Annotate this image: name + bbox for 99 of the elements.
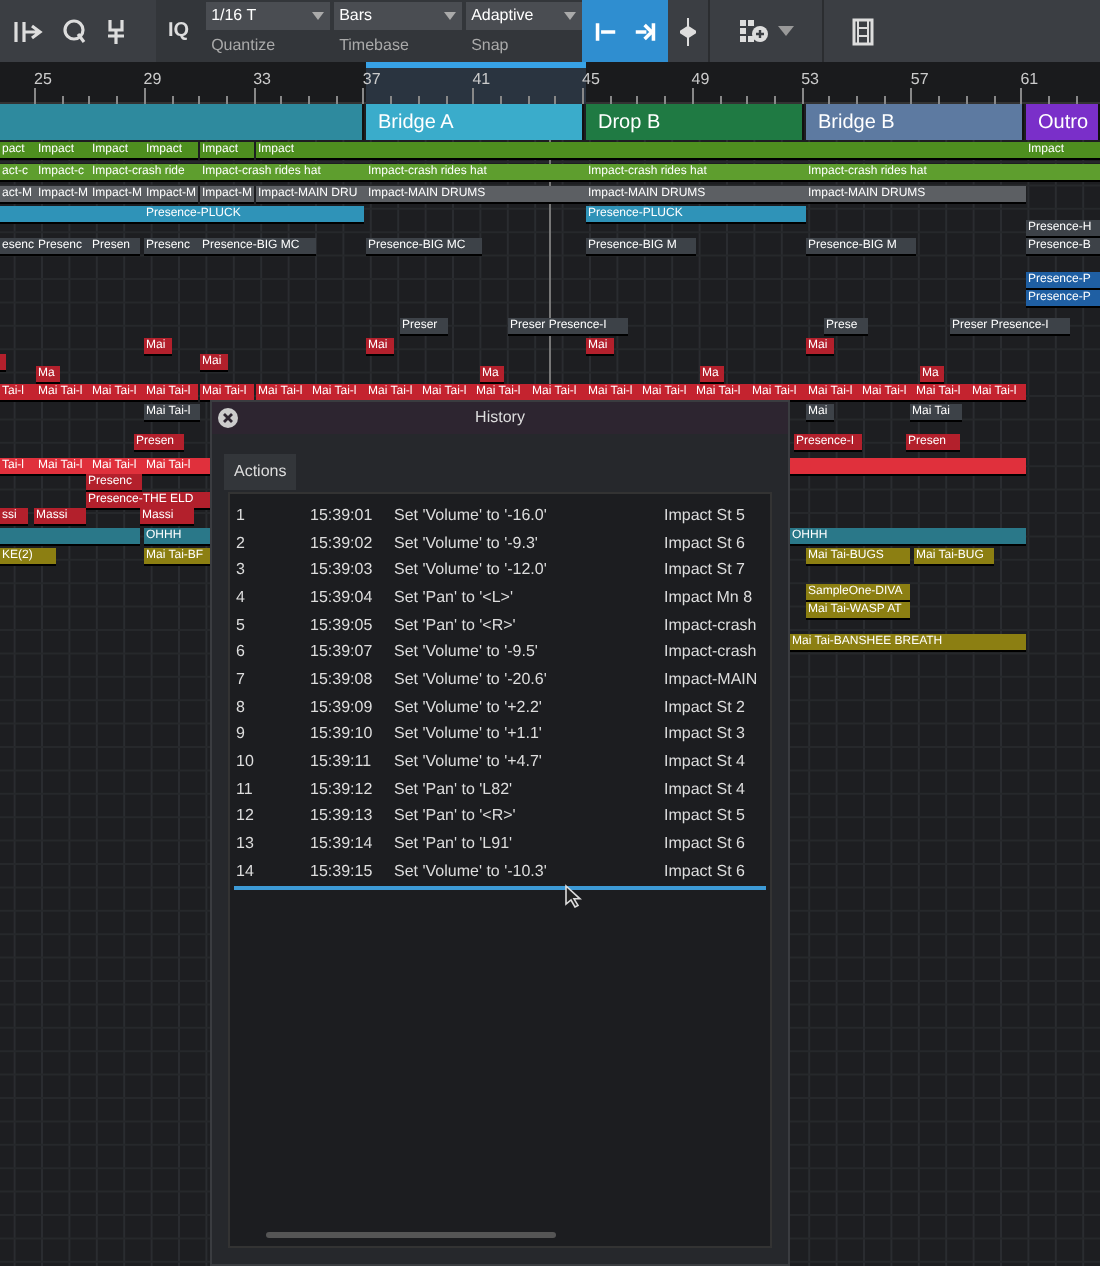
time-cell-text: 15:39:13: [310, 804, 375, 829]
clip-bar[interactable]: [0, 528, 140, 546]
clip-bar[interactable]: [790, 458, 1026, 476]
film-icon[interactable]: [851, 17, 874, 45]
time-cell-text: 15:39:12: [310, 777, 375, 802]
bar-number: 33: [253, 68, 271, 92]
dropdown[interactable]: Adaptive: [465, 2, 582, 30]
track-cell-text: Impact St 5: [664, 503, 747, 528]
clip-bar[interactable]: [0, 354, 6, 372]
action-cell-text: Set 'Volume' to '-9.5': [394, 640, 540, 665]
action-cell-text: Set 'Volume' to '+2.2': [394, 695, 544, 720]
bar-number: 25: [34, 68, 52, 92]
time-cell-text: 15:39:14: [310, 832, 375, 857]
arranger-section[interactable]: Bridge B: [806, 104, 1024, 140]
bar-number: 45: [582, 68, 600, 92]
row-number: 12: [236, 804, 256, 829]
time-cell-text: 15:39:09: [310, 695, 375, 720]
caret-icon[interactable]: [777, 26, 794, 36]
split-icon[interactable]: [12, 17, 44, 45]
bar-number: 29: [143, 68, 162, 92]
time-cell-text: 15:39:03: [310, 558, 375, 583]
clip-bar[interactable]: [1026, 164, 1100, 182]
bar-number: 57: [910, 68, 929, 92]
track-cell-text: Impact St 3: [664, 722, 747, 747]
track-cell-text: Impact-crash: [664, 640, 759, 665]
time-cell-text: 15:39:01: [310, 503, 375, 528]
arranger-section[interactable]: Drop B: [586, 104, 804, 140]
loop-range[interactable]: [366, 62, 586, 104]
dropdown[interactable]: 1/16 T: [205, 2, 330, 30]
time-cell-text: 15:39:08: [310, 667, 375, 692]
row-number: 5: [236, 613, 247, 638]
snap-start-icon[interactable]: [593, 19, 618, 43]
action-cell-text: Set 'Volume' to '-9.3': [394, 531, 540, 556]
row-number: 8: [236, 695, 247, 720]
action-cell-text: Set 'Pan' to '<R>': [394, 613, 518, 638]
cursor-icon: [564, 884, 582, 908]
caret-icon[interactable]: [443, 12, 456, 20]
bar-number: 61: [1020, 68, 1039, 92]
bar-number: 41: [472, 68, 491, 92]
action-cell-text: Set 'Pan' to '<R>': [394, 804, 518, 829]
action-cell-text: Set 'Volume' to '+1.1': [394, 722, 544, 747]
grid-add-icon[interactable]: [737, 17, 770, 45]
quantize-icon[interactable]: [62, 18, 86, 44]
row-number: 4: [236, 585, 247, 610]
dropdown[interactable]: Bars: [333, 2, 462, 30]
action-cell-text: Set 'Volume' to '-16.0': [394, 503, 549, 528]
tuning-fork-icon[interactable]: [104, 17, 128, 45]
track-cell-text: Impact St 6: [664, 859, 747, 884]
row-number: 1: [236, 503, 247, 528]
time-cell-text: 15:39:07: [310, 640, 375, 665]
track-cell-text: Impact St 2: [664, 695, 747, 720]
track-cell-text: Impact St 4: [664, 750, 747, 775]
action-cell-text: Set 'Pan' to '<L>': [394, 585, 515, 610]
action-cell-text: Set 'Volume' to '+4.7': [394, 750, 544, 775]
row-number: 3: [236, 558, 247, 583]
row-number: 6: [236, 640, 247, 665]
track-cell-text: Impact St 7: [664, 558, 747, 583]
bar-number: 49: [691, 68, 710, 92]
track-cell-text: Impact Mn 8: [664, 585, 755, 610]
row-number: 9: [236, 722, 247, 747]
track-cell-text: Impact St 5: [664, 804, 747, 829]
dropdown-caption: Timebase: [337, 34, 411, 58]
action-cell-text: Set 'Volume' to '-20.6': [394, 667, 549, 692]
row-number: 13: [236, 832, 256, 857]
action-cell-text: Set 'Volume' to '-12.0': [394, 558, 549, 583]
time-cell-text: 15:39:11: [310, 750, 374, 775]
row-number: 14: [236, 859, 256, 884]
scrollbar[interactable]: [266, 1232, 556, 1238]
action-cell-text: Set 'Volume' to '-10.3': [394, 859, 549, 884]
dropdown-caption: Snap: [469, 34, 511, 58]
arrow-right-icon[interactable]: [633, 19, 656, 43]
caret-icon[interactable]: [311, 12, 324, 20]
track-cell-text: Impact-MAIN: [664, 667, 760, 692]
row-number: 11: [236, 777, 255, 802]
window-title: History: [475, 406, 525, 430]
close-icon[interactable]: [218, 408, 238, 428]
arranger-section[interactable]: Outro: [1026, 104, 1100, 140]
action-cell-text: Set 'Pan' to 'L82': [394, 777, 515, 802]
row-number: 10: [236, 750, 256, 775]
time-cell-text: 15:39:15: [310, 859, 375, 884]
quantize-mode-label[interactable]: IQ: [168, 16, 190, 46]
action-cell-text: Set 'Pan' to 'L91': [394, 832, 515, 857]
time-cell-text: 15:39:02: [310, 531, 375, 556]
track-cell-text: Impact St 4: [664, 777, 747, 802]
time-cell-text: 15:39:10: [310, 722, 375, 747]
track-cell-text: Impact-crash: [664, 613, 759, 638]
track-cell-text: Impact St 6: [664, 531, 747, 556]
bar-number: 53: [801, 68, 819, 92]
bar-number: 37: [362, 68, 381, 92]
time-cell-text: 15:39:04: [310, 585, 375, 610]
caret-icon[interactable]: [563, 12, 576, 20]
clip-bar[interactable]: [0, 206, 144, 224]
track-cell-text: Impact St 6: [664, 832, 747, 857]
split-marker-icon[interactable]: [679, 17, 696, 45]
dropdown-caption: Quantize: [209, 34, 278, 58]
row-number: 7: [236, 667, 247, 692]
time-cell-text: 15:39:05: [310, 613, 375, 638]
row-number: 2: [236, 531, 247, 556]
actions-tab[interactable]: Actions: [224, 454, 297, 490]
